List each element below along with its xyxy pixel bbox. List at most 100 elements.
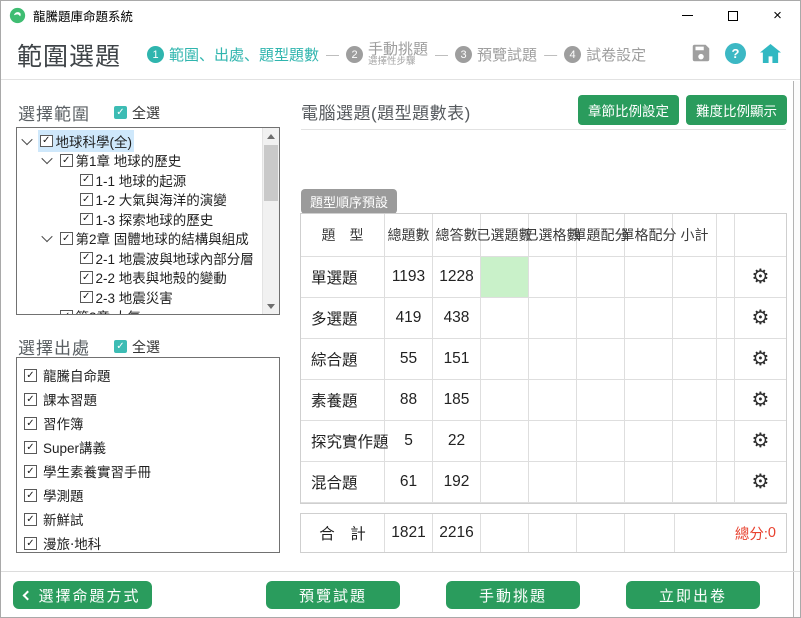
cell-points-per-question[interactable]: [577, 462, 625, 503]
checkbox-checked-icon[interactable]: ✓: [24, 417, 37, 430]
back-to-method-button[interactable]: 選擇命題方式: [13, 581, 152, 609]
scroll-down-icon[interactable]: [263, 298, 279, 314]
gear-icon[interactable]: ⚙: [752, 431, 770, 451]
cell-selected-blanks[interactable]: [529, 380, 577, 421]
tree-item[interactable]: ✓ 1-2 大氣與海洋的演變: [17, 190, 262, 210]
totals-empty: [625, 514, 675, 552]
window-scrollbar[interactable]: [793, 81, 800, 617]
save-icon[interactable]: [690, 42, 712, 64]
chapter-ratio-button[interactable]: 章節比例設定: [578, 95, 679, 125]
gear-icon[interactable]: ⚙: [752, 267, 770, 287]
checkbox-checked-icon[interactable]: ✓: [80, 193, 93, 206]
cell-selected-blanks[interactable]: [529, 421, 577, 462]
col-header-points-per-question: 單題配分: [577, 214, 625, 257]
cell-spacer: [717, 257, 735, 298]
tree-item[interactable]: ✓ 第1章 地球的歷史: [17, 151, 262, 171]
checkbox-checked-icon[interactable]: ✓: [24, 537, 37, 550]
cell-selected-questions[interactable]: [481, 257, 529, 298]
home-icon[interactable]: [759, 43, 782, 64]
minimize-button[interactable]: [665, 1, 710, 30]
cell-points-per-blank[interactable]: [625, 257, 673, 298]
scroll-up-icon[interactable]: [263, 128, 279, 144]
checkbox-checked-icon[interactable]: ✓: [24, 465, 37, 478]
checkbox-checked-icon[interactable]: ✓: [80, 213, 93, 226]
cell-points-per-question[interactable]: [577, 339, 625, 380]
checkbox-checked-icon[interactable]: ✓: [80, 252, 93, 265]
tree-item[interactable]: ✓ 1-1 地球的起源: [17, 170, 262, 190]
cell-selected-blanks[interactable]: [529, 257, 577, 298]
tree-item[interactable]: ✓ 地球科學(全): [17, 131, 262, 151]
cell-selected-questions[interactable]: [481, 339, 529, 380]
help-icon[interactable]: ?: [725, 43, 746, 64]
checkbox-checked-icon[interactable]: ✓: [40, 135, 53, 148]
gear-icon[interactable]: ⚙: [752, 308, 770, 328]
cell-points-per-blank[interactable]: [625, 339, 673, 380]
totals-empty: [577, 514, 625, 552]
checkbox-checked-icon[interactable]: ✓: [24, 369, 37, 382]
cell-points-per-question[interactable]: [577, 421, 625, 462]
checkbox-checked-icon[interactable]: ✓: [24, 489, 37, 502]
tree-item[interactable]: ✓ 2-1 地震波與地球內部分層: [17, 248, 262, 268]
tree-item[interactable]: ✓ 2-3 地震災害: [17, 287, 262, 307]
checkbox-checked-icon[interactable]: ✓: [60, 232, 73, 245]
gear-icon[interactable]: ⚙: [752, 390, 770, 410]
checkbox-checked-icon[interactable]: ✓: [60, 154, 73, 167]
select-all-label: 全選: [132, 103, 160, 123]
preview-questions-button[interactable]: 預覽試題: [266, 581, 400, 609]
checkbox-checked-icon[interactable]: ✓: [114, 106, 127, 119]
question-order-tag[interactable]: 題型順序預設: [301, 189, 397, 214]
close-button[interactable]: ×: [755, 1, 800, 30]
maximize-button[interactable]: [710, 1, 755, 30]
scope-select-all[interactable]: ✓ 全選: [114, 103, 160, 123]
cell-selected-blanks[interactable]: [529, 298, 577, 339]
cell-selected-questions[interactable]: [481, 421, 529, 462]
cell-points-per-question[interactable]: [577, 298, 625, 339]
source-item[interactable]: ✓ 漫旅‧地科: [24, 531, 272, 553]
source-item[interactable]: ✓ 習作簿: [24, 411, 272, 435]
tree-item[interactable]: ✓ 1-3 探索地球的歷史: [17, 209, 262, 229]
table-header-row: 題 型 總題數 總答數 已選題數 已選格數 單題配分 單格配分 小計: [301, 214, 786, 257]
chevron-down-icon[interactable]: [41, 231, 52, 242]
gear-icon[interactable]: ⚙: [752, 472, 770, 492]
tree-scrollbar[interactable]: [262, 128, 279, 314]
source-select-all[interactable]: ✓ 全選: [114, 337, 160, 357]
tree-scrollbar-thumb[interactable]: [264, 145, 278, 201]
checkbox-checked-icon[interactable]: ✓: [80, 174, 93, 187]
cell-selected-questions[interactable]: [481, 298, 529, 339]
checkbox-checked-icon[interactable]: ✓: [80, 291, 93, 304]
checkbox-checked-icon[interactable]: ✓: [80, 271, 93, 284]
gear-icon[interactable]: ⚙: [752, 349, 770, 369]
checkbox-checked-icon[interactable]: ✓: [60, 310, 73, 314]
cell-points-per-blank[interactable]: [625, 380, 673, 421]
checkbox-checked-icon[interactable]: ✓: [114, 340, 127, 353]
source-item[interactable]: ✓ 龍騰自命題: [24, 363, 272, 387]
source-item[interactable]: ✓ 學測題: [24, 483, 272, 507]
cell-points-per-question[interactable]: [577, 380, 625, 421]
checkbox-checked-icon[interactable]: ✓: [24, 393, 37, 406]
checkbox-checked-icon[interactable]: ✓: [24, 513, 37, 526]
tree-item[interactable]: ✓ 第3章 大氣: [17, 307, 262, 315]
cell-selected-blanks[interactable]: [529, 339, 577, 380]
cell-selected-questions[interactable]: [481, 462, 529, 503]
tree-item[interactable]: ✓ 2-2 地表與地殼的變動: [17, 268, 262, 288]
manual-pick-button[interactable]: 手動挑題: [446, 581, 580, 609]
chevron-down-icon[interactable]: [41, 153, 52, 164]
difficulty-ratio-button[interactable]: 難度比例顯示: [686, 95, 787, 125]
tree-item[interactable]: ✓ 第2章 固體地球的結構與組成: [17, 229, 262, 249]
source-item[interactable]: ✓ 學生素養實習手冊: [24, 459, 272, 483]
source-item[interactable]: ✓ 新鮮試: [24, 507, 272, 531]
cell-points-per-blank[interactable]: [625, 421, 673, 462]
checkbox-checked-icon[interactable]: ✓: [24, 441, 37, 454]
cell-spacer: [717, 339, 735, 380]
cell-points-per-question[interactable]: [577, 257, 625, 298]
cell-points-per-blank[interactable]: [625, 462, 673, 503]
chapter-tree: ✓ 地球科學(全) ✓ 第1章 地球的歷史 ✓ 1-1 地球的起源: [16, 127, 280, 315]
cell-points-per-blank[interactable]: [625, 298, 673, 339]
source-item[interactable]: ✓ 課本習題: [24, 387, 272, 411]
source-item[interactable]: ✓ Super講義: [24, 435, 272, 459]
chevron-down-icon[interactable]: [21, 134, 32, 145]
generate-paper-button[interactable]: 立即出卷: [626, 581, 760, 609]
cell-question-type: 素養題: [301, 380, 385, 421]
cell-selected-blanks[interactable]: [529, 462, 577, 503]
cell-selected-questions[interactable]: [481, 380, 529, 421]
